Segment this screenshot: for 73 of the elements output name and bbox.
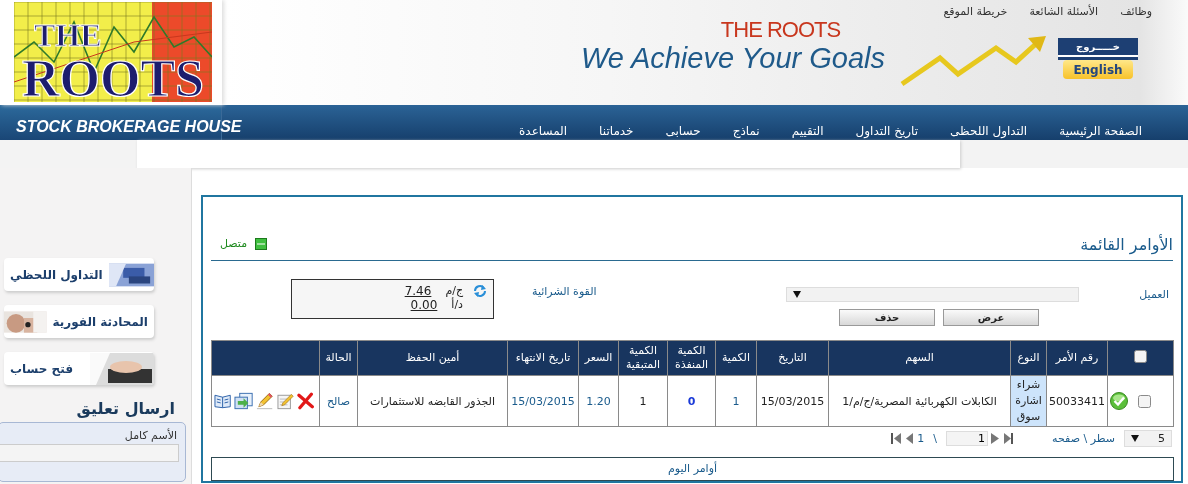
next-page-icon[interactable]	[991, 431, 1001, 445]
delete-icon[interactable]	[296, 392, 314, 411]
sidebar-banner[interactable]: التداول اللحظي	[4, 258, 154, 291]
action-button[interactable]: حذف	[839, 309, 935, 327]
brand-name: THE ROOTS	[720, 18, 841, 42]
rows-per-page-dropdown[interactable]: 5	[1124, 429, 1172, 447]
column-header: رقم الأمر	[1046, 340, 1108, 376]
nav-item[interactable]: التقييم	[791, 124, 824, 138]
refresh-icon[interactable]	[473, 284, 487, 299]
table-cell: الكابلات الكهربائية المصرية/ج/م/1	[828, 375, 1011, 427]
caret-icon	[793, 291, 801, 299]
column-header: الكمية المنفذة	[667, 340, 716, 376]
last-page-icon[interactable]	[1003, 431, 1015, 445]
panel-title: الأوامر القائمة	[1080, 235, 1173, 255]
copy-arrow-icon[interactable]	[234, 392, 254, 411]
action-button[interactable]: عرض	[943, 309, 1039, 327]
column-header: النوع	[1010, 340, 1047, 376]
column-header: التاريخ	[756, 340, 829, 376]
table-cell: 1	[715, 375, 757, 427]
column-header: السهم	[828, 340, 1011, 376]
previous-page-icon[interactable]	[905, 431, 915, 445]
connection-status: متصل	[220, 237, 248, 251]
page-input[interactable]: 1	[946, 430, 989, 446]
rows-per-page-label: سطر \ صفحه	[1052, 431, 1115, 445]
amount-link[interactable]: 7.46	[404, 284, 432, 299]
language-button[interactable]: English	[1063, 60, 1133, 79]
table-cell: 1.20	[578, 375, 619, 427]
nav-item[interactable]: المساعدة	[519, 124, 568, 138]
table-cell: 15/03/2015	[756, 375, 829, 427]
tagline: We Achieve Your Goals	[580, 42, 886, 74]
today-orders-tab[interactable]: أوامر اليوم	[211, 456, 1174, 481]
top-link[interactable]: وظائف	[1120, 5, 1152, 18]
section-heading: ارسال تعليق	[76, 399, 175, 418]
column-header: تاريخ الانتهاء	[507, 340, 579, 376]
checkbox[interactable]	[1138, 394, 1151, 408]
book-icon[interactable]	[214, 393, 232, 410]
page-count[interactable]: 1	[917, 431, 925, 445]
table-cell: الجذور القابضه للاستثمارات	[357, 375, 508, 427]
table-cell: 1	[618, 375, 668, 427]
caret-icon	[1131, 434, 1139, 442]
top-link[interactable]: الأسئلة الشائعة	[1029, 5, 1099, 18]
amount-link[interactable]: 0.00	[410, 298, 438, 313]
column-header: الكمية المتبقية	[618, 340, 668, 376]
nav-item[interactable]: نماذج	[732, 124, 760, 138]
column-header: السعر	[578, 340, 619, 376]
column-header: الحالة	[319, 340, 358, 376]
nav-item[interactable]: خدماتنا	[599, 124, 634, 138]
table-cell: صالح	[319, 375, 358, 427]
nav-item[interactable]: التداول اللحظى	[950, 124, 1028, 138]
sidebar-banner[interactable]: المحادثة الفورية	[4, 305, 154, 338]
table-cell: شراء اشارة سوق	[1010, 375, 1047, 427]
page-separator: \	[933, 431, 938, 445]
nav-item[interactable]: الصفحة الرئيسية	[1059, 124, 1142, 138]
nav-item[interactable]: حسابى	[665, 124, 701, 138]
currency-unit: ج/م	[445, 284, 463, 298]
field-label: العميل	[1138, 288, 1170, 302]
table-cell: 0	[667, 375, 716, 427]
site-subtitle: STOCK BROKERAGE HOUSE	[16, 118, 242, 136]
field-label: الأسم كامل	[124, 429, 177, 442]
currency-unit: د/أ	[451, 298, 463, 313]
field-label: القوة الشرائية	[532, 285, 597, 299]
nav-item[interactable]: تاريخ التداول	[855, 124, 919, 138]
top-link[interactable]: خريطة الموقع	[943, 5, 1008, 18]
checkbox[interactable]	[1134, 349, 1147, 363]
input-field[interactable]	[0, 444, 179, 462]
logout-button[interactable]: خـــــروج	[1058, 38, 1138, 57]
column-header: أمين الحفظ	[357, 340, 508, 376]
edit-note-icon[interactable]	[276, 392, 294, 411]
first-page-icon[interactable]	[891, 431, 903, 445]
sidebar-banner[interactable]: فتح حساب	[4, 352, 154, 385]
pencil-icon[interactable]	[256, 392, 274, 411]
column-header: الكمية	[715, 340, 757, 376]
table-cell: 15/03/2015	[507, 375, 579, 427]
